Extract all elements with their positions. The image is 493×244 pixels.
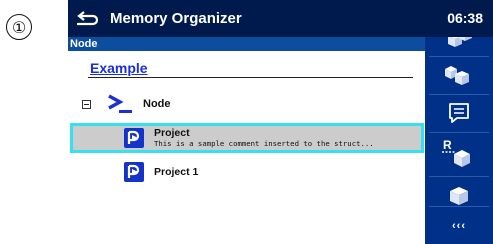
item-title: Project — [154, 127, 190, 139]
heading-divider — [88, 77, 413, 78]
top-bar: Memory Organizer 06:38 — [68, 0, 493, 37]
more-options-button[interactable]: ‹‹‹ — [425, 207, 493, 244]
clock: 06:38 — [447, 10, 483, 26]
path-bar: Node — [68, 37, 425, 51]
sidebar-button-box[interactable] — [425, 177, 493, 205]
sidebar-button-comment[interactable] — [425, 95, 493, 131]
node-label: Node — [143, 98, 171, 110]
tree-root-label[interactable]: Example — [90, 60, 148, 76]
back-button[interactable] — [68, 0, 104, 37]
more-label: ‹‹‹ — [452, 219, 466, 232]
tree-item-project-1[interactable]: Project 1 — [70, 157, 424, 187]
item-comment: This is a sample comment inserted to the… — [154, 139, 374, 148]
collapse-toggle-icon[interactable] — [82, 99, 91, 109]
node-chevron-icon — [108, 94, 132, 113]
box-icon — [450, 187, 468, 205]
tree-item-project[interactable]: Project This is a sample comment inserte… — [70, 123, 424, 153]
boxes-partial-icon — [448, 37, 472, 47]
comment-icon — [449, 103, 469, 123]
sidebar-button-boxes-partial[interactable] — [425, 37, 493, 55]
item-title: Project 1 — [154, 165, 199, 178]
back-arrow-icon — [77, 10, 98, 25]
sidebar-button-recall[interactable]: R — [425, 133, 493, 175]
sidebar: R ‹‹‹ — [425, 37, 493, 244]
tree-view: Example Node Project This is a sample co… — [68, 51, 425, 244]
project-icon — [124, 162, 144, 182]
recall-label: R — [443, 138, 452, 152]
project-icon — [124, 128, 144, 148]
recall-box-icon: R — [442, 138, 470, 167]
sidebar-button-boxes[interactable] — [425, 57, 493, 93]
step-marker: ① — [6, 14, 32, 40]
instrument-screen: Memory Organizer 06:38 Node Example Node… — [68, 0, 493, 244]
boxes-icon — [445, 66, 469, 85]
tree-node[interactable]: Node — [82, 93, 171, 115]
path-label: Node — [70, 38, 98, 50]
app-title: Memory Organizer — [110, 10, 242, 27]
